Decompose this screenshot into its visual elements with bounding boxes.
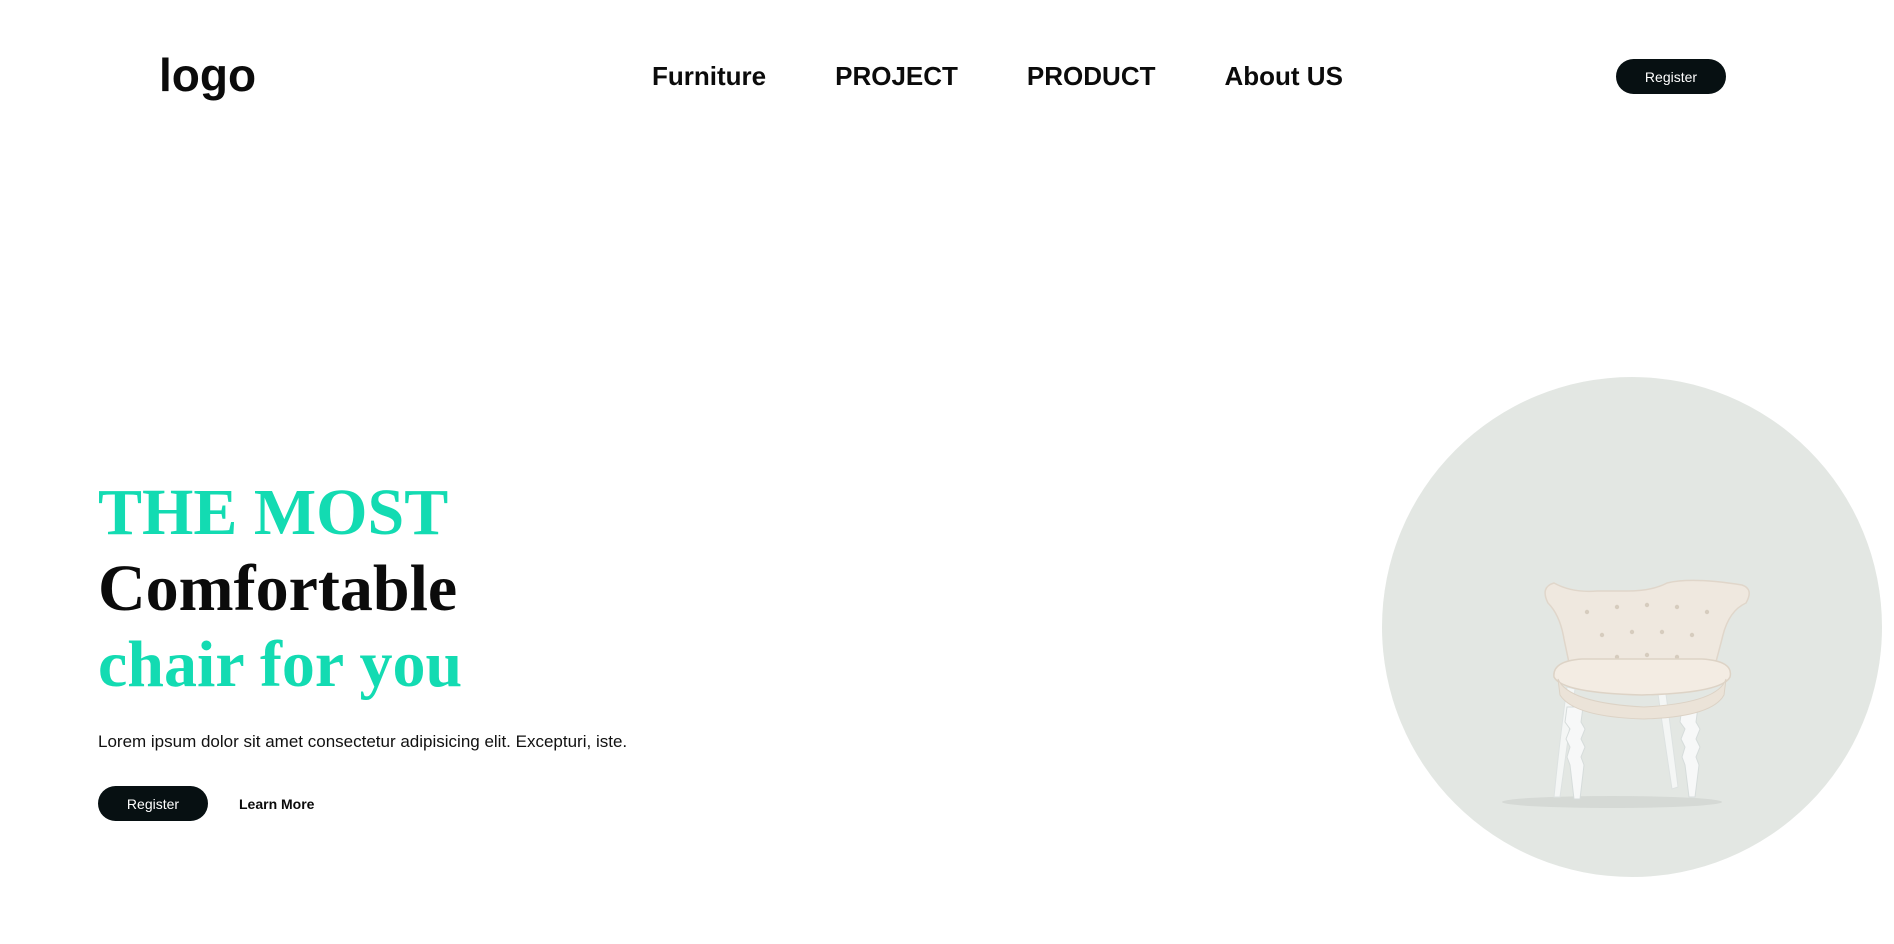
main-nav: Furniture PROJECT PRODUCT About US [652,60,1343,92]
hero-title: THE MOST Comfortable chair for you [98,475,462,703]
armchair-image [1502,579,1750,808]
learn-more-link[interactable]: Learn More [239,796,314,812]
hero-description: Lorem ipsum dolor sit amet consectetur a… [98,732,628,751]
nav-item-project[interactable]: PROJECT [835,60,958,92]
nav-item-about-us[interactable]: About US [1224,60,1342,92]
landing-page: logo Furniture PROJECT PRODUCT About US … [0,0,1894,944]
nav-item-furniture[interactable]: Furniture [652,60,766,92]
header-register-button[interactable]: Register [1616,59,1726,94]
hero-title-line-2: Comfortable [98,552,458,625]
nav-item-product[interactable]: PRODUCT [1027,60,1156,92]
hero-title-line-1: THE MOST [98,476,449,549]
hero-image-circle [1382,377,1882,877]
logo[interactable]: logo [159,48,256,102]
hero-title-line-3: chair for you [98,628,463,701]
hero-register-button[interactable]: Register [98,786,208,821]
hero-actions: Register Learn More [98,786,314,821]
